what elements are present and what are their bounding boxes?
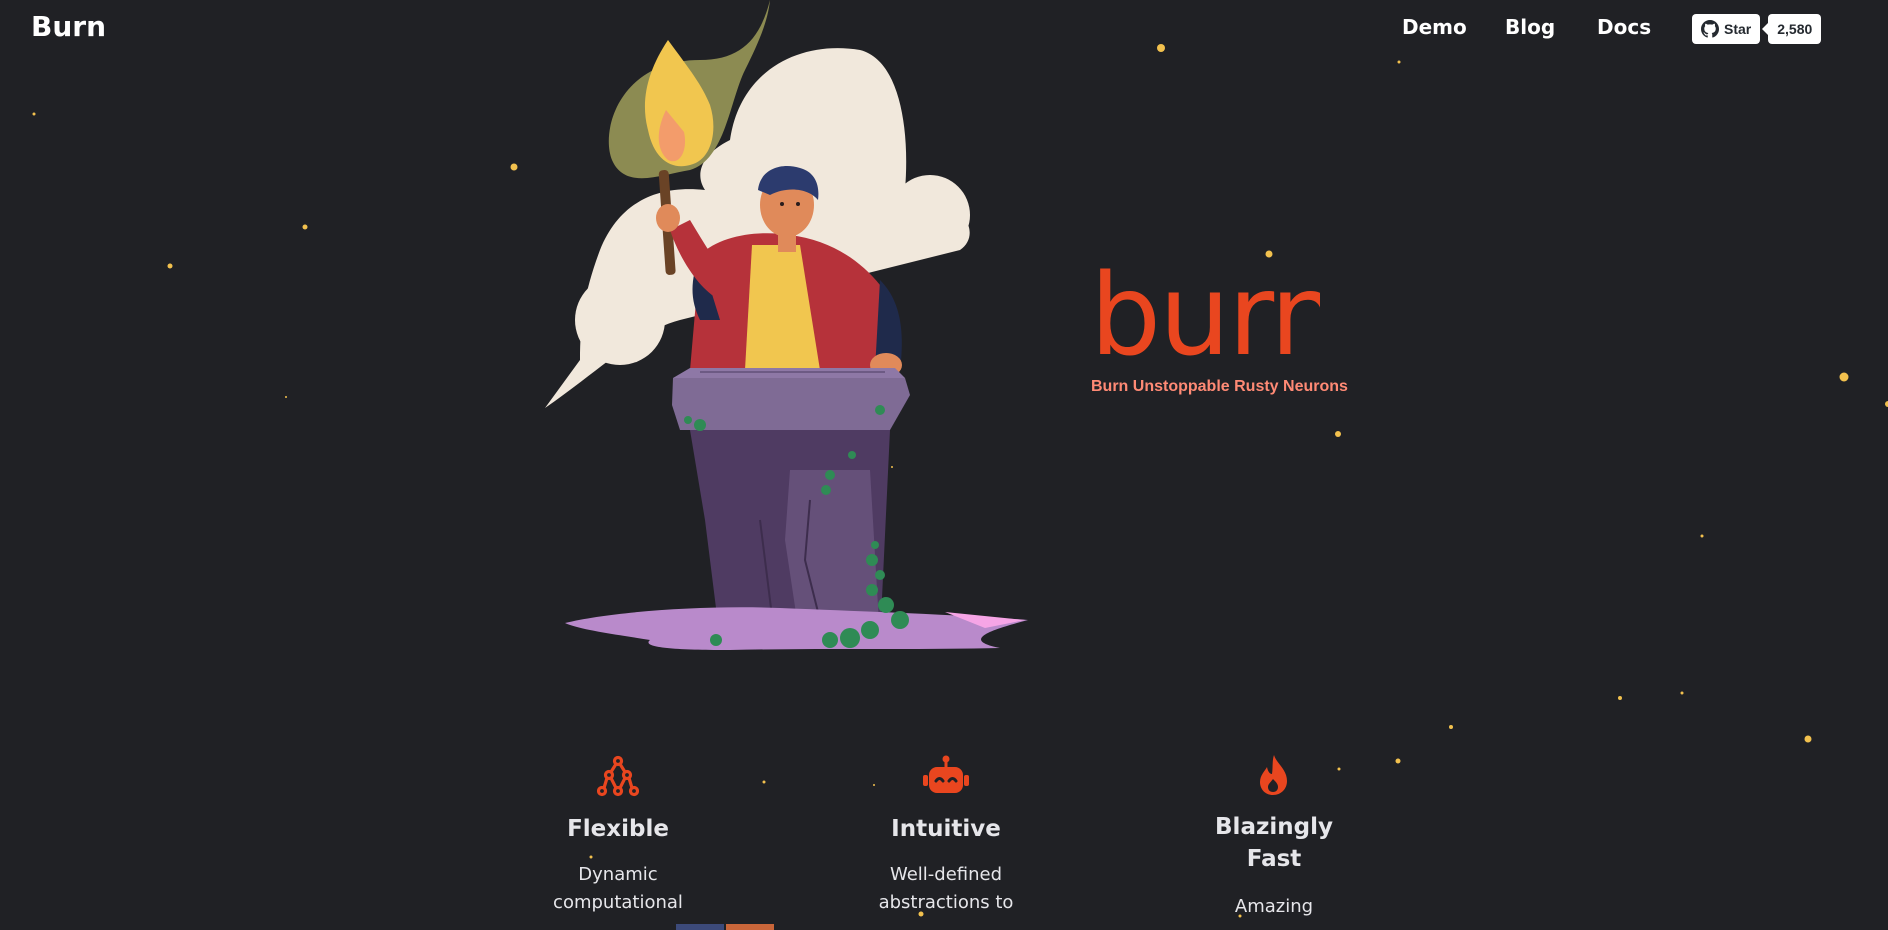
feature-title: Intuitive [891, 816, 1001, 842]
flame-icon [1260, 755, 1287, 795]
feature-title: Blazingly Fast [1215, 814, 1333, 872]
github-star-button[interactable]: Star [1692, 14, 1761, 44]
stone-pillar [672, 368, 910, 641]
github-star-widget: Star 2,580 [1692, 14, 1822, 44]
feature-blazingly-fast: Blazingly Fast Amazing [1154, 755, 1394, 921]
nav-link-demo[interactable]: Demo [1402, 15, 1467, 39]
neural-network-icon [597, 755, 639, 797]
feature-intuitive: Intuitive Well-defined abstractions to [826, 755, 1066, 917]
ground-puddle [565, 607, 1028, 650]
feature-description: Amazing [1234, 896, 1314, 917]
hero-tagline: Burn Unstoppable Rusty Neurons [1091, 378, 1348, 395]
brand-logo-link[interactable]: Burn [31, 10, 106, 43]
nav-link-docs[interactable]: Docs [1597, 15, 1651, 39]
peek-element-right [726, 924, 774, 930]
feature-flexible: Flexible Dynamic computational [498, 755, 738, 917]
feature-title: Flexible [567, 816, 669, 842]
nav-link-blog[interactable]: Blog [1505, 15, 1555, 39]
feature-description: Dynamic computational [553, 864, 683, 913]
peek-element-left [676, 924, 724, 930]
burn-logo-wordmark: burn [1090, 251, 1320, 370]
github-star-label: Star [1724, 21, 1752, 37]
github-icon [1701, 20, 1719, 38]
robot-icon [923, 755, 969, 793]
feature-description: Well-defined abstractions to [878, 864, 1014, 913]
hero-illustration [545, 0, 1028, 650]
github-star-count[interactable]: 2,580 [1762, 14, 1822, 44]
logo-text: burn [1090, 251, 1320, 370]
